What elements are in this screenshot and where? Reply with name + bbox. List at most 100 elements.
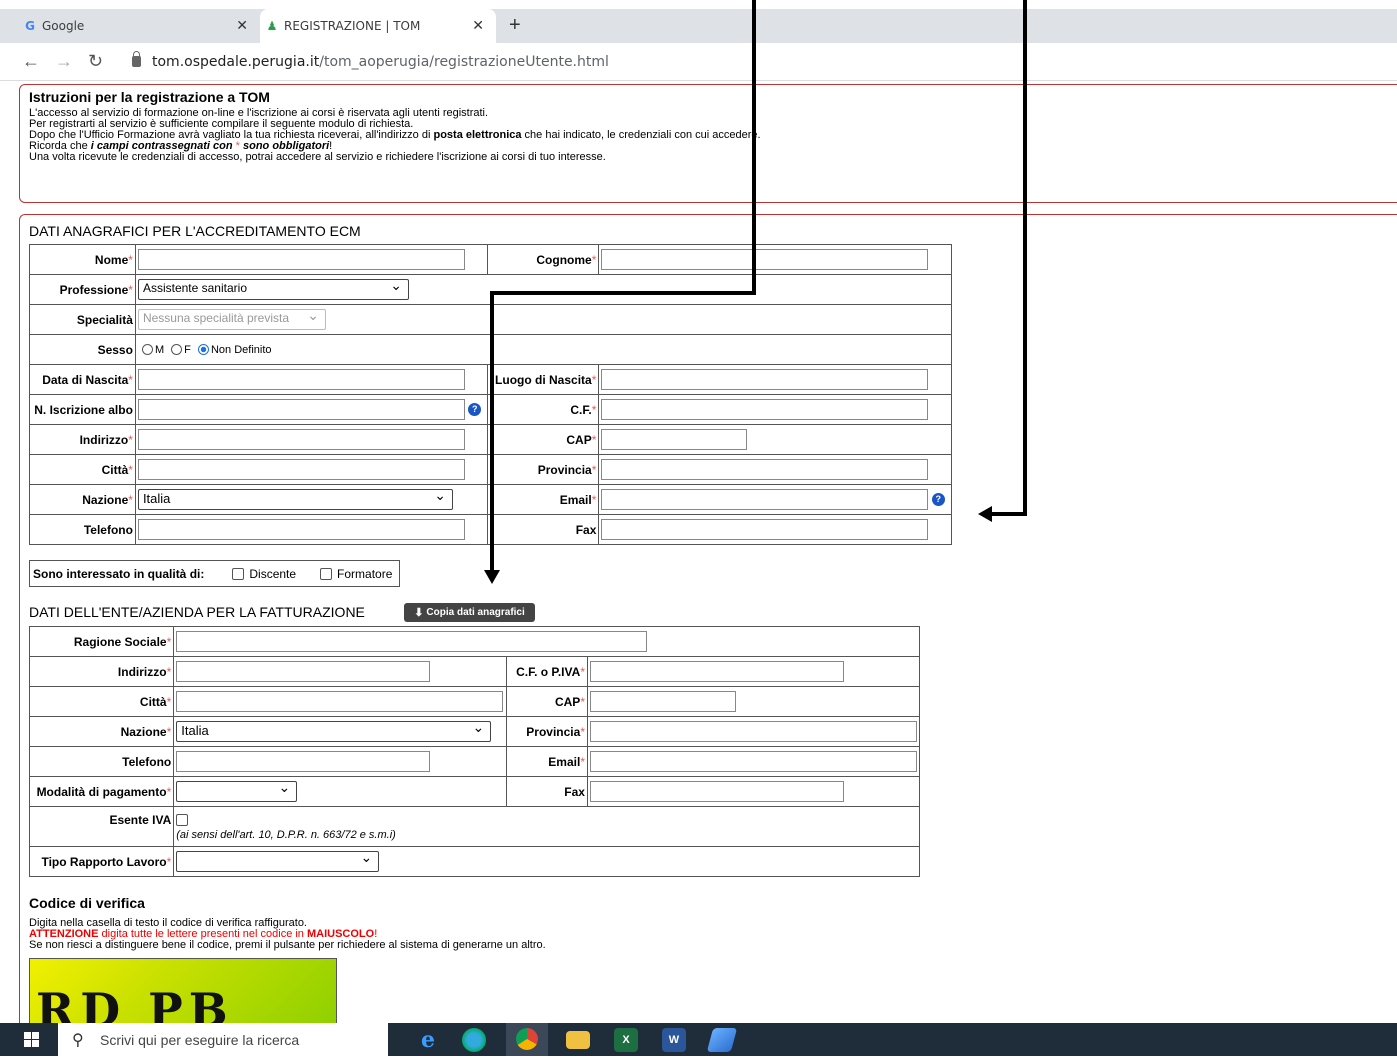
annotation-arrow <box>990 512 1027 516</box>
fatt-telefono-input[interactable] <box>176 751 431 772</box>
chrome-icon <box>516 1028 538 1050</box>
fax-label: Fax <box>486 514 600 545</box>
cf-piva-label: C.F. o P.IVA* <box>506 656 588 687</box>
fatturazione-title: DATI DELL'ENTE/AZIENDA PER LA FATTURAZIO… <box>29 604 365 620</box>
lock-icon <box>132 51 141 67</box>
nome-input[interactable] <box>137 249 465 270</box>
instructions-box: Istruzioni per la registrazione a TOM L'… <box>19 84 1397 203</box>
fatt-email-label: Email* <box>506 746 588 777</box>
email-input[interactable] <box>601 489 929 510</box>
indirizzo-input[interactable] <box>137 429 465 450</box>
professione-select[interactable]: Assistente sanitario <box>137 277 409 300</box>
google-icon: G <box>25 19 35 33</box>
ragione-sociale-input[interactable] <box>176 631 648 652</box>
fax-input[interactable] <box>601 519 929 540</box>
telefono-label: Telefono <box>29 514 136 545</box>
fatt-telefono-label: Telefono <box>28 746 175 777</box>
sesso-label: Sesso <box>29 334 136 365</box>
forward-icon[interactable]: → <box>55 51 73 72</box>
specialita-select[interactable]: Nessuna specialità prevista <box>137 307 326 330</box>
iscrizione-albo-input[interactable] <box>137 399 465 420</box>
close-icon[interactable]: ✕ <box>236 18 248 34</box>
modalita-label: Modalità di pagamento* <box>28 776 175 807</box>
sesso-f-label: F <box>184 343 191 356</box>
sesso-m-radio[interactable] <box>141 344 153 356</box>
interesse-label: Sono interessato in qualità di: <box>33 566 205 581</box>
codice-verifica-section: Codice di verifica Digita nella casella … <box>29 895 546 951</box>
captcha-image: RD PB KU <box>29 958 337 1024</box>
cognome-input[interactable] <box>601 249 929 270</box>
discente-checkbox[interactable] <box>232 567 245 580</box>
annotation-arrow <box>490 291 756 295</box>
taskbar: ⚲ Scrivi qui per eseguire la ricerca e X… <box>0 1023 1397 1056</box>
help-icon[interactable]: ? <box>931 493 945 506</box>
file-explorer-icon[interactable] <box>566 1031 590 1049</box>
annotation-arrow <box>752 0 756 295</box>
fatt-citta-label: Città* <box>28 686 175 717</box>
arrow-down-icon: ⬇ <box>414 607 424 619</box>
indirizzo-label: Indirizzo* <box>29 424 136 455</box>
email-label: Email* <box>486 484 600 515</box>
fatt-cap-label: CAP* <box>506 686 588 717</box>
fatt-provincia-label: Provincia* <box>506 716 588 747</box>
modalita-select[interactable] <box>176 779 298 802</box>
address-bar: ← → ↻ tom.ospedale.perugia.it/tom_aoperu… <box>0 43 1397 81</box>
esente-iva-checkbox[interactable] <box>176 814 189 827</box>
nome-label: Nome* <box>29 244 136 275</box>
fatt-indirizzo-input[interactable] <box>176 661 431 682</box>
edge-icon[interactable] <box>462 1028 486 1052</box>
close-icon[interactable]: ✕ <box>472 18 484 34</box>
nazione-select[interactable]: Italia <box>137 487 453 510</box>
search-icon: ⚲ <box>72 1032 84 1049</box>
tab-registrazione[interactable]: ♟ REGISTRAZIONE | TOM ✕ <box>260 9 496 43</box>
luogo-nascita-input[interactable] <box>601 369 929 390</box>
sesso-f-radio[interactable] <box>171 344 183 356</box>
ie-icon[interactable]: e <box>416 1028 440 1052</box>
data-nascita-input[interactable] <box>137 369 465 390</box>
cap-input[interactable] <box>601 429 748 450</box>
reload-icon[interactable]: ↻ <box>88 51 103 72</box>
arrowhead-down <box>484 570 500 584</box>
fatt-fax-label: Fax <box>506 776 588 807</box>
discente-label: Discente <box>249 566 297 581</box>
formatore-label: Formatore <box>337 566 393 581</box>
cf-piva-input[interactable] <box>589 661 844 682</box>
sesso-nd-radio[interactable] <box>197 344 209 356</box>
taskbar-search[interactable]: ⚲ Scrivi qui per eseguire la ricerca <box>58 1023 388 1056</box>
esente-iva-note: (ai sensi dell'art. 10, D.P.R. n. 663/72… <box>176 828 396 841</box>
fatt-citta-input[interactable] <box>176 691 504 712</box>
annotation-arrow <box>490 291 494 571</box>
citta-input[interactable] <box>137 459 465 480</box>
excel-icon[interactable]: X <box>614 1028 638 1052</box>
arrowhead-left <box>978 506 992 522</box>
fatt-nazione-select[interactable]: Italia <box>176 719 492 742</box>
iscrizione-albo-label: N. Iscrizione albo <box>29 394 136 425</box>
specialita-label: Specialità <box>29 304 136 335</box>
telefono-input[interactable] <box>137 519 465 540</box>
back-icon[interactable]: ← <box>22 51 40 72</box>
nazione-label: Nazione* <box>29 484 136 515</box>
help-icon[interactable]: ? <box>468 403 482 416</box>
esente-iva-label: Esente IVA <box>28 806 175 847</box>
luogo-nascita-label: Luogo di Nascita* <box>486 364 600 395</box>
fatt-indirizzo-label: Indirizzo* <box>28 656 175 687</box>
tipo-rapporto-select[interactable] <box>176 849 380 872</box>
fatt-cap-input[interactable] <box>589 691 736 712</box>
fatt-provincia-input[interactable] <box>589 721 917 742</box>
app-icon[interactable] <box>706 1028 738 1052</box>
copia-dati-button[interactable]: ⬇ Copia dati anagrafici <box>404 603 535 622</box>
formatore-checkbox[interactable] <box>320 567 333 580</box>
fatt-email-input[interactable] <box>589 751 917 772</box>
cognome-label: Cognome* <box>486 244 600 275</box>
windows-start-icon[interactable] <box>24 1032 40 1048</box>
url-field[interactable]: tom.ospedale.perugia.it/tom_aoperugia/re… <box>152 54 609 70</box>
cf-input[interactable] <box>601 399 929 420</box>
tab-google[interactable]: G Google ✕ <box>18 9 260 43</box>
person-icon: ♟ <box>266 19 278 33</box>
provincia-input[interactable] <box>601 459 929 480</box>
fatturazione-table: Ragione Sociale* Indirizzo* C.F. o P.IVA… <box>28 626 921 877</box>
new-tab-button[interactable]: + <box>509 14 521 37</box>
fatt-fax-input[interactable] <box>589 781 844 802</box>
word-icon[interactable]: W <box>662 1028 686 1052</box>
chrome-taskbar-button[interactable] <box>506 1023 548 1056</box>
